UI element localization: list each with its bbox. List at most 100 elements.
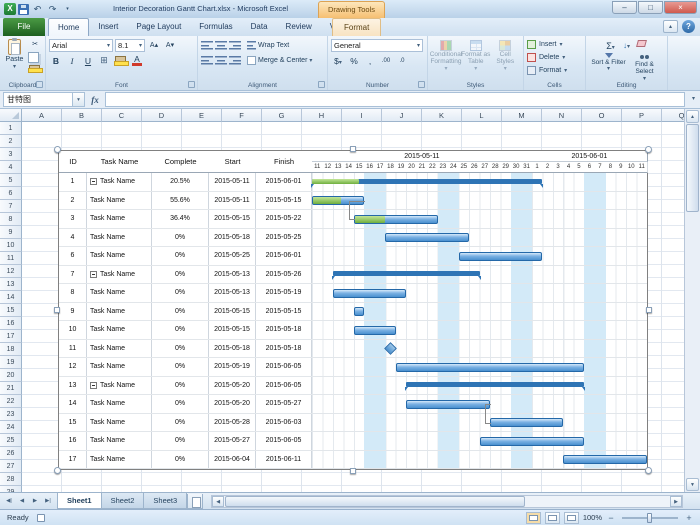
autosum-button[interactable]: Σ▾ bbox=[604, 39, 618, 52]
decrease-decimal-button[interactable]: .0 bbox=[395, 54, 409, 67]
increase-decimal-button[interactable]: .00 bbox=[379, 54, 393, 67]
insert-worksheet-button[interactable] bbox=[187, 494, 203, 509]
sheet-tab-sheet3[interactable]: Sheet3 bbox=[143, 493, 187, 509]
row-header-28[interactable]: 28 bbox=[0, 473, 22, 486]
selection-handle-w[interactable] bbox=[54, 307, 60, 313]
row-header-18[interactable]: 18 bbox=[0, 343, 22, 356]
page-break-view-icon[interactable] bbox=[564, 512, 579, 524]
page-layout-view-icon[interactable] bbox=[545, 512, 560, 524]
zoom-slider-thumb[interactable] bbox=[647, 513, 652, 523]
percent-style-button[interactable]: % bbox=[347, 54, 361, 67]
row-header-19[interactable]: 19 bbox=[0, 356, 22, 369]
gantt-bar[interactable] bbox=[459, 252, 543, 261]
comma-style-button[interactable]: , bbox=[363, 54, 377, 67]
tab-data[interactable]: Data bbox=[242, 18, 277, 36]
insert-function-icon[interactable]: fx bbox=[85, 95, 105, 105]
column-header-p[interactable]: P bbox=[622, 109, 662, 122]
scroll-left-icon[interactable]: ◀ bbox=[212, 496, 224, 507]
grow-font-button[interactable]: A▴ bbox=[147, 39, 161, 52]
save-icon[interactable] bbox=[18, 4, 29, 15]
column-header-h[interactable]: H bbox=[302, 109, 342, 122]
row-header-1[interactable]: 1 bbox=[0, 122, 22, 135]
close-button[interactable]: × bbox=[664, 1, 697, 14]
qat-customize-icon[interactable]: ▾ bbox=[61, 3, 74, 16]
vertical-scrollbar[interactable]: ▲ ▼ bbox=[684, 109, 700, 492]
align-left-icon[interactable] bbox=[201, 55, 213, 65]
clear-button[interactable] bbox=[636, 39, 650, 52]
formula-input[interactable] bbox=[105, 92, 685, 107]
gantt-summary-bar[interactable] bbox=[312, 179, 542, 184]
gantt-bar[interactable] bbox=[354, 215, 438, 224]
scroll-down-icon[interactable]: ▼ bbox=[686, 478, 699, 491]
undo-icon[interactable]: ↶ bbox=[31, 3, 44, 16]
cell-grid[interactable]: IDTask NameCompleteStartFinish2015-05-11… bbox=[22, 122, 684, 492]
minimize-button[interactable]: – bbox=[612, 1, 637, 14]
name-box-dropdown-icon[interactable]: ▾ bbox=[73, 92, 85, 107]
italic-button[interactable]: I bbox=[65, 54, 79, 67]
row-header-21[interactable]: 21 bbox=[0, 382, 22, 395]
row-header-12[interactable]: 12 bbox=[0, 265, 22, 278]
minimize-ribbon-button[interactable]: ▴ bbox=[663, 20, 678, 33]
first-sheet-icon[interactable]: ◀| bbox=[3, 495, 15, 507]
align-middle-icon[interactable] bbox=[215, 40, 227, 50]
merge-center-button[interactable]: Merge & Center ▾ bbox=[247, 56, 312, 65]
column-header-i[interactable]: I bbox=[342, 109, 382, 122]
column-header-f[interactable]: F bbox=[222, 109, 262, 122]
column-header-n[interactable]: N bbox=[542, 109, 582, 122]
column-header-g[interactable]: G bbox=[262, 109, 302, 122]
next-sheet-icon[interactable]: ▶ bbox=[29, 495, 41, 507]
horizontal-scroll-thumb[interactable] bbox=[225, 496, 525, 507]
help-icon[interactable]: ? bbox=[682, 20, 695, 33]
row-header-23[interactable]: 23 bbox=[0, 408, 22, 421]
borders-button[interactable]: ⊞ bbox=[97, 54, 111, 67]
format-cells-button[interactable]: Format▾ bbox=[527, 64, 582, 77]
redo-icon[interactable]: ↷ bbox=[46, 3, 59, 16]
gantt-bar[interactable] bbox=[406, 400, 490, 409]
paste-dropdown-icon[interactable]: ▾ bbox=[13, 63, 16, 70]
row-header-3[interactable]: 3 bbox=[0, 148, 22, 161]
scroll-up-icon[interactable]: ▲ bbox=[686, 110, 699, 123]
maximize-button[interactable]: □ bbox=[638, 1, 663, 14]
underline-button[interactable]: U bbox=[81, 54, 95, 67]
row-header-22[interactable]: 22 bbox=[0, 395, 22, 408]
number-format-combo[interactable]: General▾ bbox=[331, 39, 423, 52]
gantt-bar[interactable] bbox=[396, 363, 584, 372]
column-header-c[interactable]: C bbox=[102, 109, 142, 122]
format-as-table-button[interactable]: Format as Table ▾ bbox=[461, 38, 491, 73]
row-header-8[interactable]: 8 bbox=[0, 213, 22, 226]
selection-handle-sw[interactable] bbox=[54, 467, 61, 474]
gantt-bar[interactable] bbox=[354, 326, 396, 335]
tab-page-layout[interactable]: Page Layout bbox=[127, 18, 190, 36]
shrink-font-button[interactable]: A▾ bbox=[163, 39, 177, 52]
file-tab[interactable]: File bbox=[3, 18, 45, 36]
conditional-formatting-button[interactable]: Conditional Formatting ▾ bbox=[431, 38, 461, 73]
gantt-bar[interactable] bbox=[480, 437, 585, 446]
collapse-icon[interactable] bbox=[90, 271, 97, 278]
row-header-6[interactable]: 6 bbox=[0, 187, 22, 200]
column-header-b[interactable]: B bbox=[62, 109, 102, 122]
accounting-format-button[interactable]: $▾ bbox=[331, 54, 345, 67]
font-name-combo[interactable]: Arial▾ bbox=[49, 39, 113, 52]
fill-color-button[interactable] bbox=[113, 54, 128, 67]
row-header-13[interactable]: 13 bbox=[0, 278, 22, 291]
font-size-combo[interactable]: 8.1▾ bbox=[115, 39, 145, 52]
select-all-corner[interactable] bbox=[0, 109, 22, 122]
scroll-right-icon[interactable]: ▶ bbox=[670, 496, 682, 507]
row-header-9[interactable]: 9 bbox=[0, 226, 22, 239]
name-box[interactable]: 甘特图 bbox=[3, 92, 73, 107]
vertical-scroll-thumb[interactable] bbox=[686, 124, 699, 212]
selection-handle-se[interactable] bbox=[645, 467, 652, 474]
gantt-bar[interactable] bbox=[385, 233, 469, 242]
gantt-bar[interactable] bbox=[333, 289, 406, 298]
column-header-m[interactable]: M bbox=[502, 109, 542, 122]
align-bottom-icon[interactable] bbox=[229, 40, 241, 50]
zoom-slider[interactable] bbox=[622, 517, 678, 519]
column-header-l[interactable]: L bbox=[462, 109, 502, 122]
tab-formulas[interactable]: Formulas bbox=[190, 18, 241, 36]
collapse-icon[interactable] bbox=[90, 178, 97, 185]
gantt-bar[interactable] bbox=[563, 455, 647, 464]
row-header-14[interactable]: 14 bbox=[0, 291, 22, 304]
number-dialog-launcher[interactable] bbox=[418, 81, 425, 88]
gantt-summary-bar[interactable] bbox=[333, 271, 480, 276]
row-header-20[interactable]: 20 bbox=[0, 369, 22, 382]
